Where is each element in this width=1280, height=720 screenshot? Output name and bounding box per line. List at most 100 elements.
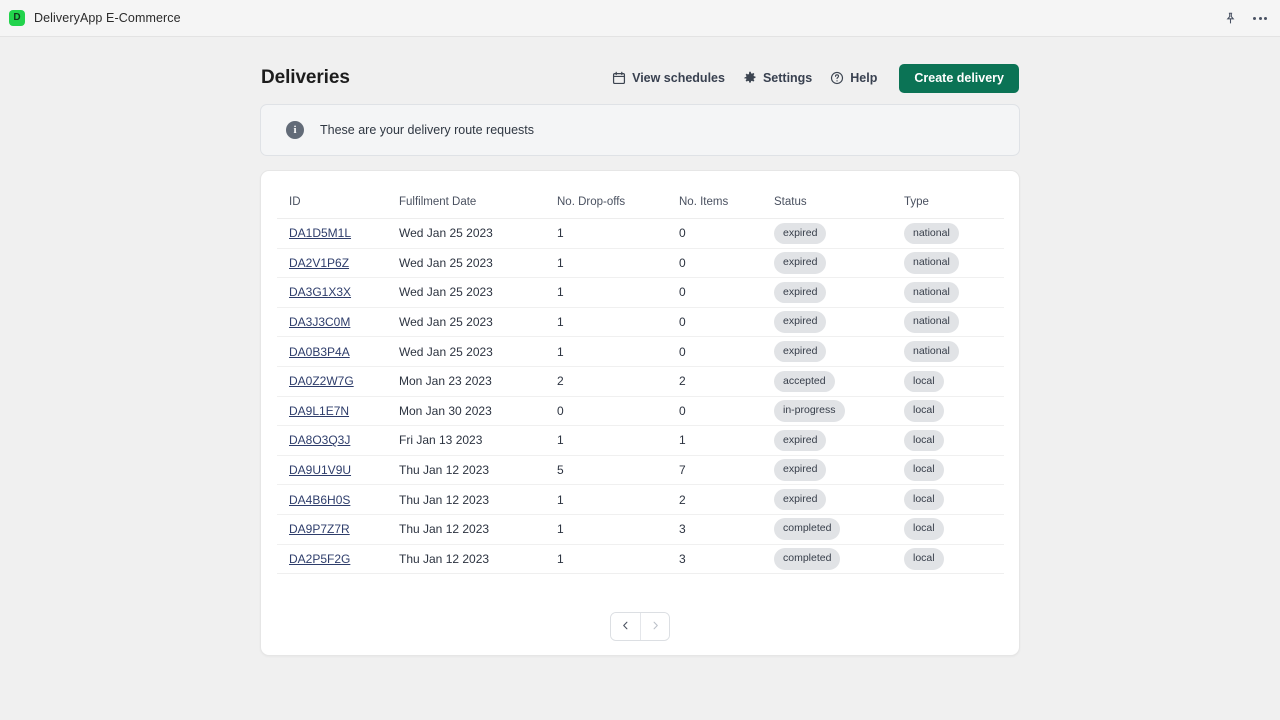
cell-dropoffs: 1	[557, 484, 679, 515]
delivery-id-link[interactable]: DA0B3P4A	[289, 345, 350, 359]
column-header-id[interactable]: ID	[277, 187, 399, 219]
delivery-id-link[interactable]: DA1D5M1L	[289, 226, 351, 240]
header-actions: View schedules Settings Help Create deli…	[612, 63, 1019, 93]
status-badge: completed	[774, 548, 841, 570]
delivery-id-link[interactable]: DA4B6H0S	[289, 493, 350, 507]
cell-dropoffs: 1	[557, 514, 679, 545]
cell-date: Thu Jan 12 2023	[399, 514, 557, 545]
status-badge: expired	[774, 488, 827, 511]
cell-items: 0	[679, 396, 774, 427]
type-badge: local	[904, 429, 944, 452]
app-logo: D	[9, 10, 25, 26]
type-badge: national	[904, 281, 959, 304]
type-badge: national	[904, 252, 959, 274]
status-badge: expired	[774, 281, 827, 304]
status-badge: completed	[774, 518, 841, 540]
info-banner-text: These are your delivery route requests	[320, 123, 534, 137]
cell-id: DA0Z2W7G	[277, 366, 399, 397]
cell-id: DA2P5F2G	[277, 544, 399, 575]
cell-date: Fri Jan 13 2023	[399, 425, 557, 456]
table-row: DA9L1E7N Mon Jan 30 2023 0 0 in-progress loca…	[277, 396, 1004, 427]
delivery-id-link[interactable]: DA8O3Q3J	[289, 433, 350, 447]
column-header-items[interactable]: No. Items	[679, 187, 774, 219]
calendar-icon	[612, 71, 626, 85]
column-header-dropoffs[interactable]: No. Drop-offs	[557, 187, 679, 219]
chevron-left-icon	[620, 619, 631, 634]
settings-button[interactable]: Settings	[743, 71, 812, 85]
cell-status: expired	[774, 218, 904, 249]
cell-type: local	[904, 544, 1004, 575]
delivery-id-link[interactable]: DA0Z2W7G	[289, 374, 354, 388]
previous-page-button[interactable]	[611, 613, 640, 641]
cell-items: 2	[679, 366, 774, 397]
status-badge: in-progress	[774, 400, 845, 422]
column-header-type[interactable]: Type	[904, 187, 1004, 219]
status-badge: expired	[774, 252, 827, 274]
pin-icon[interactable]	[1220, 9, 1240, 29]
type-badge: national	[904, 222, 959, 245]
type-badge: local	[904, 548, 944, 570]
type-badge: local	[904, 518, 944, 540]
cell-type: local	[904, 484, 1004, 515]
type-badge: local	[904, 459, 944, 481]
cell-id: DA1D5M1L	[277, 218, 399, 249]
cell-date: Wed Jan 25 2023	[399, 307, 557, 338]
create-delivery-button[interactable]: Create delivery	[899, 63, 1019, 93]
cell-type: national	[904, 336, 1004, 367]
deliveries-card: ID Fulfilment Date No. Drop-offs No. Ite…	[260, 170, 1020, 656]
titlebar-actions	[1220, 0, 1270, 37]
cell-status: expired	[774, 248, 904, 279]
cell-status: expired	[774, 484, 904, 515]
type-badge: national	[904, 311, 959, 333]
help-circle-icon	[830, 71, 844, 85]
type-badge: local	[904, 370, 944, 393]
cell-status: expired	[774, 425, 904, 456]
delivery-id-link[interactable]: DA9L1E7N	[289, 404, 349, 418]
status-badge: expired	[774, 340, 827, 363]
app-logo-letter: D	[13, 12, 21, 23]
status-badge: expired	[774, 311, 827, 333]
gear-icon	[743, 71, 757, 85]
cell-dropoffs: 1	[557, 248, 679, 279]
cell-dropoffs: 1	[557, 425, 679, 456]
cell-id: DA2V1P6Z	[277, 248, 399, 279]
table-body: DA1D5M1L Wed Jan 25 2023 1 0 expired national…	[277, 218, 1004, 575]
column-header-date[interactable]: Fulfilment Date	[399, 187, 557, 219]
help-button[interactable]: Help	[830, 71, 877, 85]
cell-dropoffs: 1	[557, 218, 679, 249]
table-header-row: ID Fulfilment Date No. Drop-offs No. Ite…	[277, 187, 1004, 219]
page-title: Deliveries	[261, 67, 350, 88]
table-row: DA3G1X3X Wed Jan 25 2023 1 0 expired national	[277, 277, 1004, 308]
cell-type: local	[904, 366, 1004, 397]
cell-items: 0	[679, 248, 774, 279]
status-badge: accepted	[774, 370, 835, 393]
view-schedules-button[interactable]: View schedules	[612, 71, 725, 85]
settings-label: Settings	[762, 71, 813, 85]
info-banner: i These are your delivery route requests	[260, 104, 1020, 156]
next-page-button[interactable]	[640, 613, 669, 641]
cell-type: local	[904, 514, 1004, 545]
dot	[1253, 17, 1256, 20]
help-label: Help	[850, 71, 878, 85]
cell-date: Thu Jan 12 2023	[399, 544, 557, 575]
info-icon: i	[286, 121, 304, 139]
cell-items: 0	[679, 218, 774, 249]
chevron-right-icon	[650, 619, 661, 634]
table-row: DA3J3C0M Wed Jan 25 2023 1 0 expired national	[277, 307, 1004, 338]
delivery-id-link[interactable]: DA3J3C0M	[289, 315, 350, 329]
delivery-id-link[interactable]: DA9P7Z7R	[289, 522, 350, 536]
delivery-id-link[interactable]: DA3G1X3X	[289, 285, 351, 299]
cell-id: DA4B6H0S	[277, 484, 399, 515]
cell-status: expired	[774, 307, 904, 338]
column-header-status[interactable]: Status	[774, 187, 904, 219]
table-row: DA9P7Z7R Thu Jan 12 2023 1 3 completed local	[277, 514, 1004, 545]
cell-items: 0	[679, 307, 774, 338]
type-badge: local	[904, 400, 944, 422]
cell-dropoffs: 2	[557, 366, 679, 397]
cell-dropoffs: 1	[557, 336, 679, 367]
delivery-id-link[interactable]: DA9U1V9U	[289, 463, 351, 477]
delivery-id-link[interactable]: DA2P5F2G	[289, 552, 350, 566]
delivery-id-link[interactable]: DA2V1P6Z	[289, 256, 349, 270]
more-options-icon[interactable]	[1250, 9, 1270, 29]
cell-items: 7	[679, 455, 774, 486]
